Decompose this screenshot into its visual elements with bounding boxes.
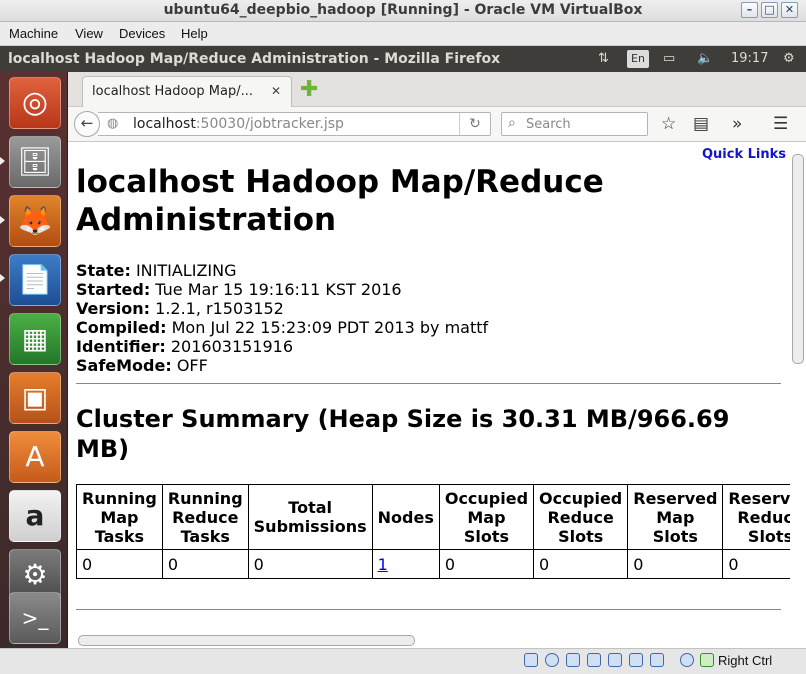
- page-title: localhost Hadoop Map/Reduce Administrati…: [76, 164, 604, 238]
- tab-jobtracker[interactable]: localhost Hadoop Map/... ✕: [82, 76, 292, 107]
- firefox-navigation-bar: ◍ localhost:50030/jobtracker.jsp ↻ ← ⌕ S…: [68, 107, 806, 142]
- unity-launcher: ◎ 🗄 🦊 📄 ▦ ▣ A a ⚙ >_: [0, 72, 68, 648]
- quick-links-link[interactable]: Quick Links: [702, 147, 786, 162]
- calc-icon[interactable]: ▦: [9, 313, 61, 365]
- ubuntu-dash-icon[interactable]: ◎: [9, 77, 61, 129]
- battery-icon[interactable]: ▭: [663, 51, 675, 66]
- info-started: Started: Tue Mar 15 19:16:11 KST 2016: [76, 280, 402, 299]
- menu-devices[interactable]: Devices: [119, 26, 165, 41]
- divider: [76, 383, 781, 384]
- menu-view[interactable]: View: [75, 26, 103, 41]
- search-placeholder: Search: [526, 117, 571, 132]
- ubuntu-top-panel: localhost Hadoop Map/Reduce Administrati…: [0, 46, 806, 72]
- search-icon: ⌕: [508, 115, 516, 131]
- keyboard-layout-indicator[interactable]: En: [627, 50, 649, 68]
- divider: [76, 609, 781, 610]
- column-header: Nodes: [371, 484, 440, 550]
- software-center-icon[interactable]: A: [9, 431, 61, 483]
- info-state: State: INITIALIZING: [76, 261, 237, 280]
- table-cell: 0: [76, 549, 163, 579]
- column-header: Total Submissions: [247, 484, 373, 550]
- horizontal-scroll-thumb[interactable]: [78, 635, 415, 646]
- menu-help[interactable]: Help: [181, 26, 208, 41]
- column-header: Running Reduce Tasks: [161, 484, 249, 550]
- table-row: 0 0 0 1 0 0 0 0: [76, 549, 790, 579]
- column-header: Occupied Map Slots: [438, 484, 535, 550]
- table-cell: 0: [438, 549, 535, 579]
- search-input[interactable]: ⌕ Search: [501, 112, 648, 136]
- session-gear-icon[interactable]: ⚙: [783, 51, 795, 66]
- virtualbox-menu-bar: Machine View Devices Help: [0, 22, 806, 46]
- nodes-link[interactable]: 1: [378, 555, 388, 574]
- maximize-button[interactable]: □: [761, 2, 778, 18]
- url-text: localhost:50030/jobtracker.jsp: [133, 116, 344, 132]
- minimize-button[interactable]: –: [741, 2, 758, 18]
- info-safemode: SafeMode: OFF: [76, 356, 208, 375]
- cluster-summary-table: Running Map Tasks Running Reduce Tasks T…: [76, 484, 790, 579]
- table-cell: 0: [627, 549, 724, 579]
- virtualbox-window-title: ubuntu64_deepbio_hadoop [Running] - Orac…: [163, 2, 643, 18]
- usb-icon[interactable]: [566, 653, 580, 667]
- firefox-icon[interactable]: 🦊: [9, 195, 61, 247]
- video-capture-icon[interactable]: [650, 653, 664, 667]
- reading-list-icon[interactable]: ▤: [693, 114, 709, 134]
- vertical-scroll-thumb[interactable]: [792, 154, 804, 364]
- table-cell: 1: [371, 549, 440, 579]
- network-adapter-icon[interactable]: [587, 653, 601, 667]
- bookmark-star-icon[interactable]: ☆: [661, 114, 676, 134]
- vertical-scrollbar[interactable]: [790, 142, 806, 632]
- table-cell: 0: [247, 549, 373, 579]
- optical-drive-icon[interactable]: [545, 653, 559, 667]
- active-window-title: localhost Hadoop Map/Reduce Administrati…: [8, 51, 501, 67]
- reload-icon[interactable]: ↻: [459, 113, 490, 135]
- host-key-label: Right Ctrl: [718, 653, 773, 668]
- mouse-integration-icon[interactable]: [680, 653, 694, 667]
- volume-icon[interactable]: 🔈: [697, 51, 713, 66]
- hard-disk-icon[interactable]: [524, 653, 538, 667]
- close-tab-icon[interactable]: ✕: [271, 84, 281, 98]
- close-button[interactable]: ✕: [781, 2, 798, 18]
- cluster-summary-heading: Cluster Summary (Heap Size is 30.31 MB/9…: [76, 405, 730, 463]
- table-cell: 0: [533, 549, 629, 579]
- hamburger-menu-icon[interactable]: ☰: [773, 114, 788, 134]
- new-tab-icon[interactable]: ✚: [300, 77, 318, 102]
- table-header-row: Running Map Tasks Running Reduce Tasks T…: [76, 484, 790, 550]
- horizontal-scrollbar[interactable]: [68, 632, 806, 648]
- jobtracker-info: State: INITIALIZING Started: Tue Mar 15 …: [76, 261, 488, 375]
- terminal-icon[interactable]: >_: [9, 592, 61, 644]
- impress-icon[interactable]: ▣: [9, 372, 61, 424]
- info-compiled: Compiled: Mon Jul 22 15:23:09 PDT 2013 b…: [76, 318, 489, 337]
- host-key-arrow-icon[interactable]: [700, 653, 714, 667]
- back-button[interactable]: ←: [74, 111, 100, 137]
- amazon-icon[interactable]: a: [9, 490, 61, 542]
- writer-icon[interactable]: 📄: [9, 254, 61, 306]
- firefox-tab-bar: localhost Hadoop Map/... ✕ ✚: [68, 72, 806, 107]
- menu-machine[interactable]: Machine: [9, 26, 58, 41]
- url-bar[interactable]: ◍ localhost:50030/jobtracker.jsp ↻: [98, 112, 491, 136]
- virtualbox-title-bar: ubuntu64_deepbio_hadoop [Running] - Orac…: [0, 0, 806, 22]
- files-icon[interactable]: 🗄: [9, 136, 61, 188]
- overflow-chevron-icon[interactable]: »: [732, 114, 742, 134]
- clock[interactable]: 19:17: [731, 51, 768, 66]
- page-content: Quick Links localhost Hadoop Map/Reduce …: [68, 142, 790, 632]
- column-header: Reserved Map Slots: [627, 484, 724, 550]
- shared-folders-icon[interactable]: [608, 653, 622, 667]
- column-header: Occupied Reduce Slots: [533, 484, 629, 550]
- info-identifier: Identifier: 201603151916: [76, 337, 294, 356]
- tab-title: localhost Hadoop Map/...: [92, 84, 253, 99]
- info-version: Version: 1.2.1, r1503152: [76, 299, 284, 318]
- globe-icon: ◍: [107, 116, 119, 131]
- table-cell: 0: [161, 549, 249, 579]
- display-icon[interactable]: [629, 653, 643, 667]
- network-icon[interactable]: ⇅: [598, 51, 609, 66]
- virtualbox-status-bar: Right Ctrl: [0, 648, 806, 674]
- table-cell: 0: [722, 549, 790, 579]
- column-header: Running Map Tasks: [76, 484, 163, 550]
- column-header: Reserved Reduce Slots: [722, 484, 790, 550]
